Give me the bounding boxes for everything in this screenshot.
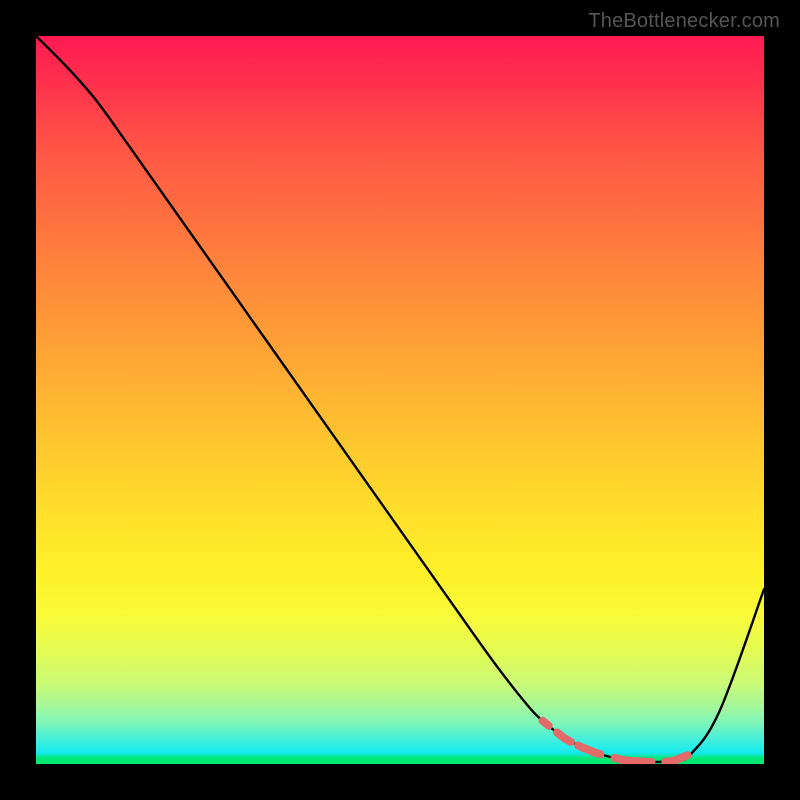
curve-marker xyxy=(588,747,606,759)
chart-frame: TheBottlenecker.com xyxy=(0,0,800,800)
curve-markers xyxy=(537,715,693,764)
chart-svg xyxy=(36,36,764,764)
curve-marker xyxy=(640,758,656,764)
plot-area xyxy=(36,36,764,764)
bottleneck-curve xyxy=(36,36,764,762)
watermark-text: TheBottlenecker.com xyxy=(588,10,780,33)
curve-group xyxy=(36,36,764,764)
